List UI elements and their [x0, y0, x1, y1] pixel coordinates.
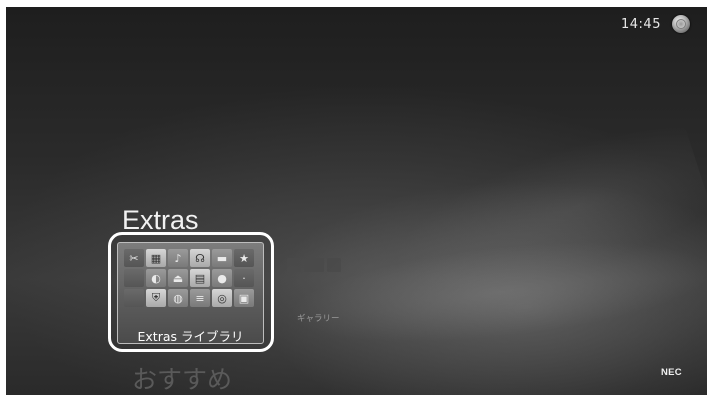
- music-note-icon: ♪: [168, 249, 188, 267]
- scissors-icon: ✂: [124, 249, 144, 267]
- bar-icon: ▬: [212, 249, 232, 267]
- gallery-thumb: [304, 258, 324, 272]
- plug-icon: ☊: [190, 249, 210, 267]
- gallery-tile[interactable]: [287, 258, 341, 272]
- shield-icon: ⛨: [146, 289, 166, 307]
- next-section-title[interactable]: おすすめ: [132, 360, 232, 395]
- toolbar-icon: ≡: [190, 289, 210, 307]
- gallery-label: ギャラリー: [297, 314, 340, 324]
- blank-icon: [124, 289, 144, 307]
- cd-icon: ◎: [212, 289, 232, 307]
- blank-icon: [124, 269, 144, 287]
- monitor-icon: ▣: [234, 289, 254, 307]
- orb-ring: [676, 19, 686, 29]
- sphere-icon: ●: [212, 269, 232, 287]
- tile-label: Extras ライブラリ: [137, 329, 244, 344]
- chart-grid-icon: ▦: [146, 249, 166, 267]
- shopping-bag-icon: ◐: [146, 269, 166, 287]
- clock-time: 14:45: [621, 17, 661, 32]
- disc-tray-icon: ⏏: [168, 269, 188, 287]
- notes-icon: ▤: [190, 269, 210, 287]
- globe-icon: ◍: [168, 289, 188, 307]
- nec-logo: NEC: [661, 367, 682, 378]
- gallery-thumb: [287, 258, 301, 272]
- media-center-orb-icon[interactable]: [672, 15, 690, 33]
- extras-library-tile[interactable]: ✂ ▦ ♪ ☊ ▬ ★ ◐ ⏏ ▤ ● · ⛨ ◍ ≡ ◎ ▣ Extras ラ…: [117, 242, 264, 344]
- tile-icon-grid: ✂ ▦ ♪ ☊ ▬ ★ ◐ ⏏ ▤ ● · ⛨ ◍ ≡ ◎ ▣: [124, 249, 254, 307]
- gallery-thumb: [327, 258, 341, 272]
- dot-icon: ·: [234, 269, 254, 287]
- media-center-screen: 14:45 Extras ✂ ▦ ♪ ☊ ▬ ★ ◐ ⏏ ▤ ● · ⛨ ◍ ≡: [6, 7, 707, 395]
- star-icon: ★: [234, 249, 254, 267]
